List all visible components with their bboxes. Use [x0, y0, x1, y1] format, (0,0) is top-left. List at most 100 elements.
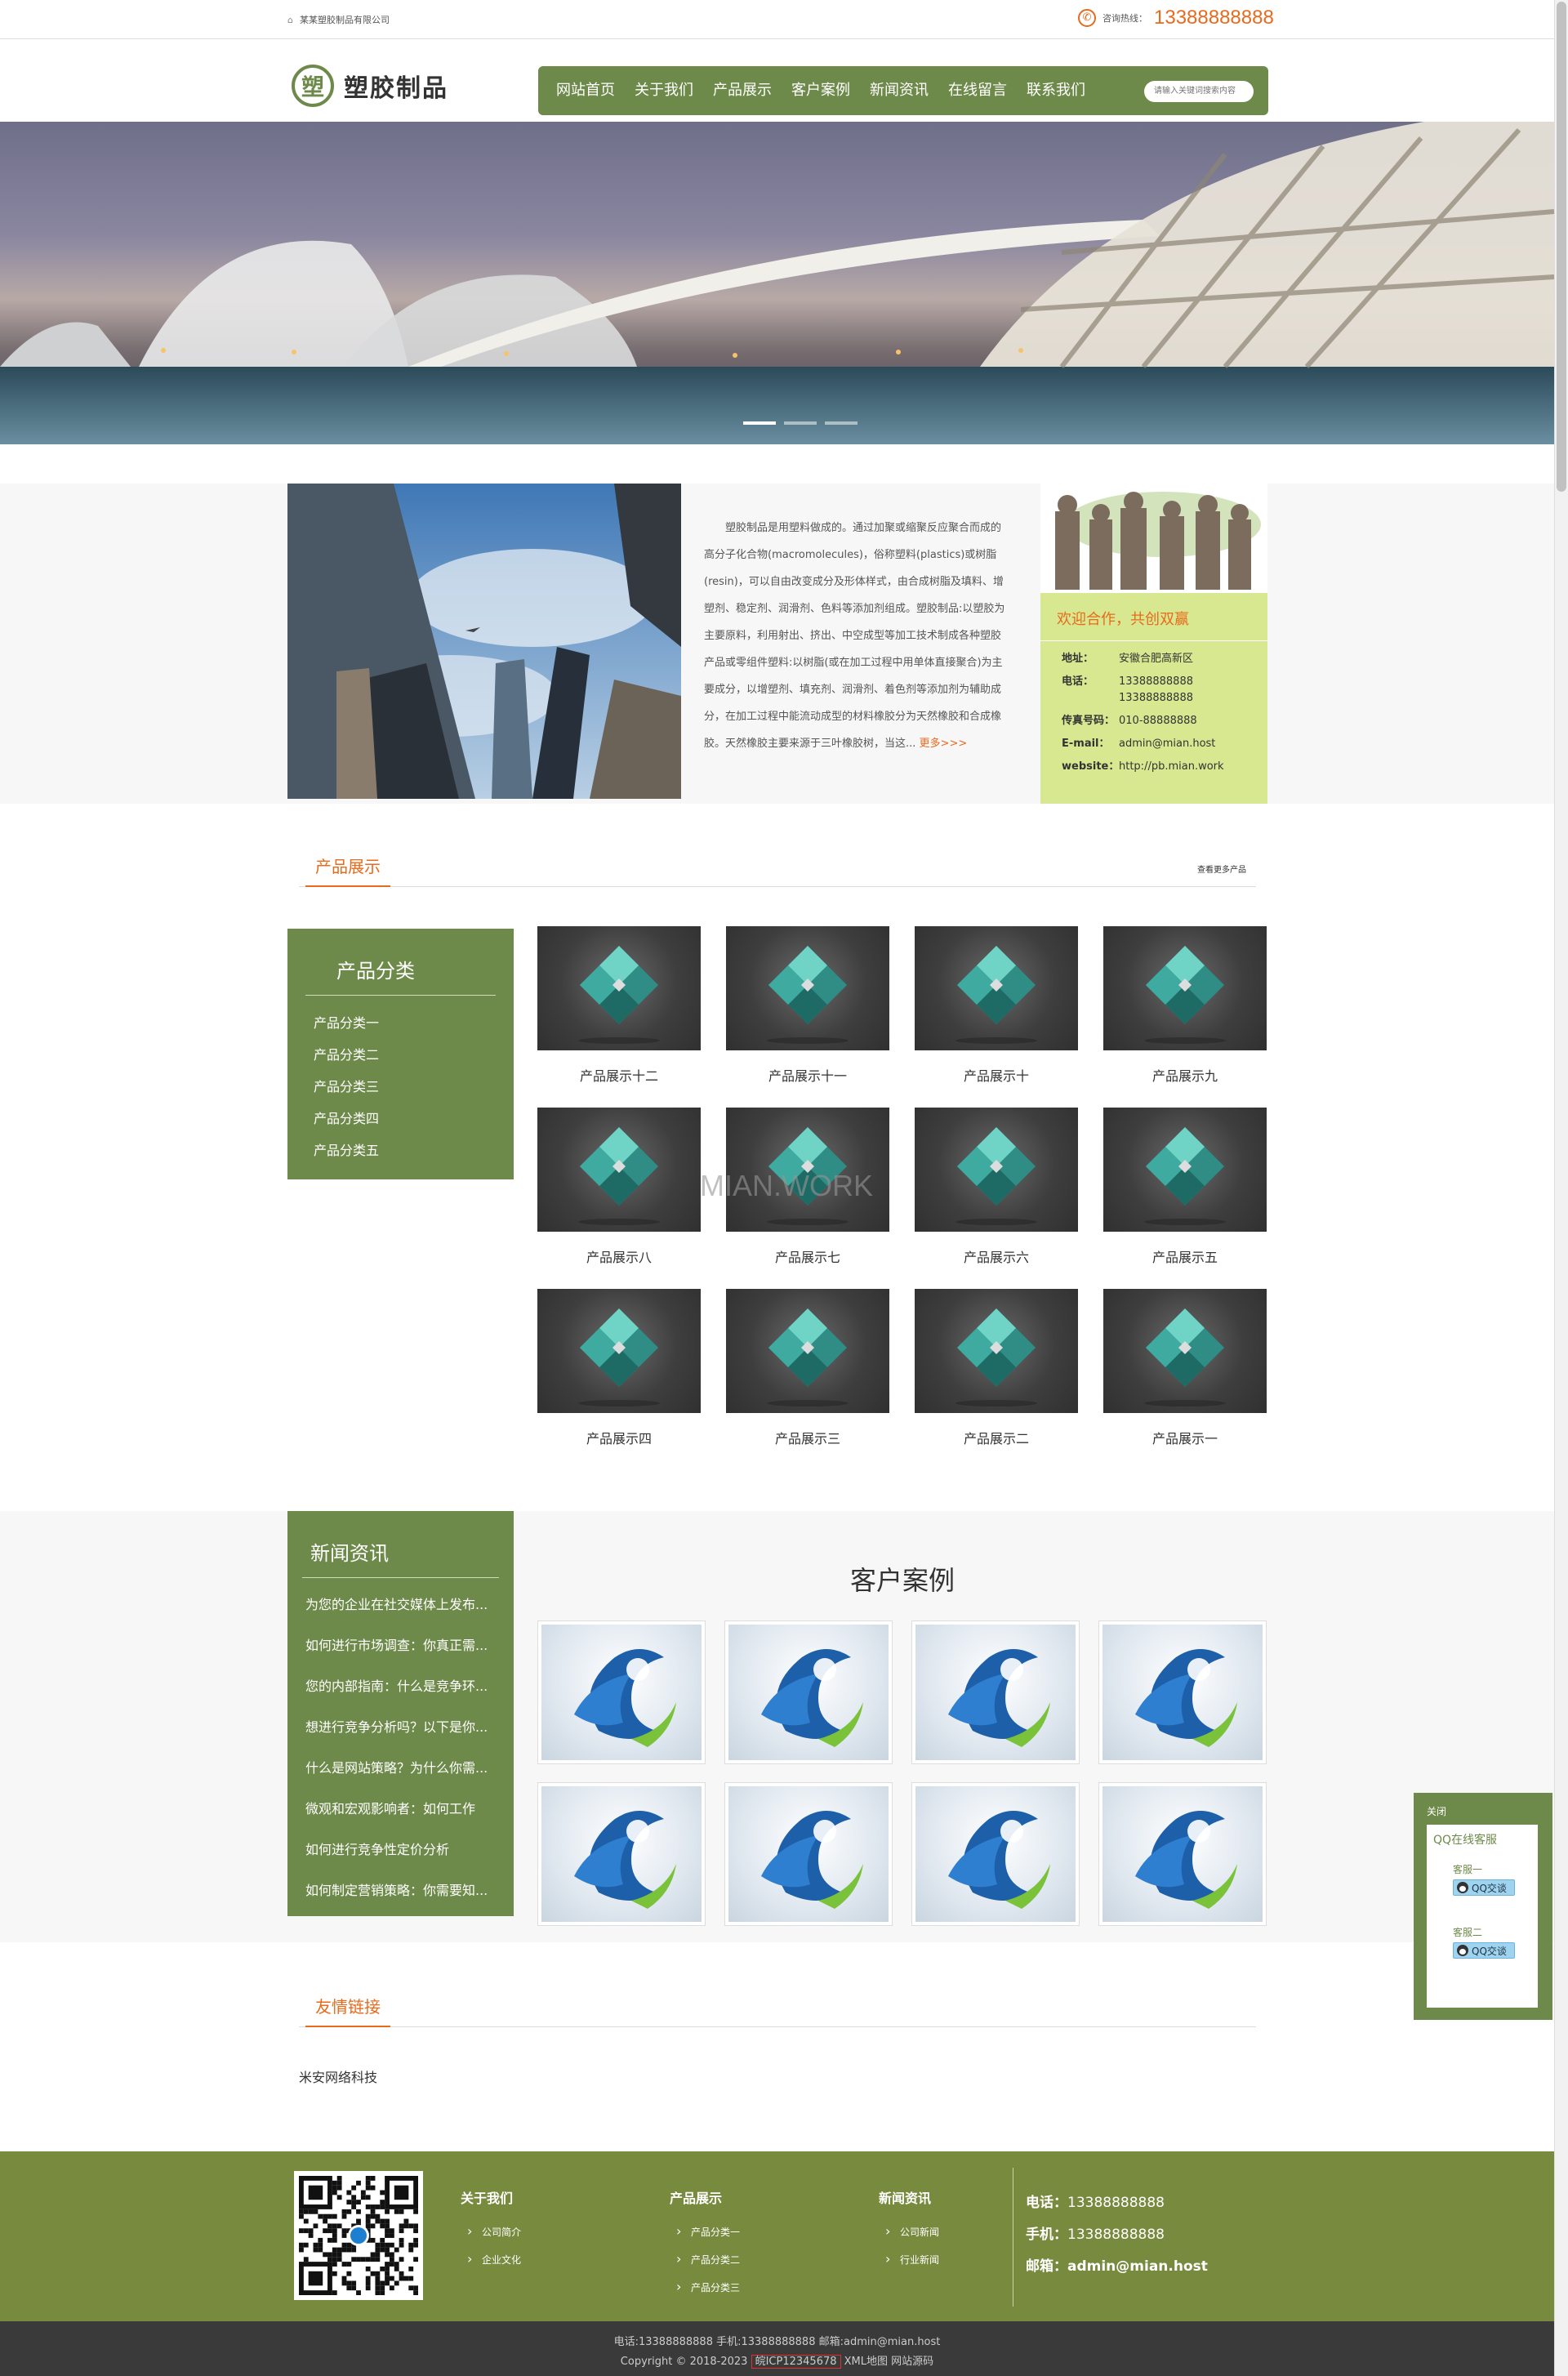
category-item[interactable]: 产品分类三	[287, 1071, 514, 1103]
product-card[interactable]: 产品展示十一	[726, 926, 889, 1108]
case-thumbnail[interactable]	[915, 1786, 1076, 1922]
search-input[interactable]	[1144, 81, 1254, 102]
product-thumbnail[interactable]	[726, 926, 889, 1050]
footer-col-title[interactable]: 关于我们	[461, 2187, 521, 2207]
footer-link[interactable]: 企业文化	[461, 2245, 521, 2274]
product-card[interactable]: 产品展示四	[537, 1289, 701, 1470]
case-thumbnail[interactable]	[541, 1786, 702, 1922]
product-card[interactable]: 产品展示九	[1103, 926, 1267, 1108]
banner-dot[interactable]	[743, 421, 776, 425]
product-thumbnail[interactable]	[915, 1289, 1078, 1413]
nav-cases[interactable]: 客户案例	[782, 66, 860, 115]
qq-chat-button[interactable]: QQ交谈	[1453, 1879, 1515, 1896]
product-name[interactable]: 产品展示四	[537, 1413, 701, 1447]
case-thumbnail[interactable]	[915, 1625, 1076, 1760]
news-item[interactable]: 想进行竞争分析吗？以下是你...	[287, 1707, 514, 1748]
source-link[interactable]: 网站源码	[891, 2356, 933, 2368]
case-card[interactable]	[724, 1782, 893, 1926]
home-icon[interactable]: ⌂	[287, 15, 293, 25]
banner-dot[interactable]	[825, 421, 858, 425]
product-card[interactable]: 产品展示三	[726, 1289, 889, 1470]
news-item[interactable]: 什么是网站策略？为什么你需...	[287, 1748, 514, 1789]
case-card[interactable]	[911, 1620, 1080, 1764]
product-card[interactable]: 产品展示八	[537, 1108, 701, 1289]
footer-col-title[interactable]: 新闻资讯	[879, 2187, 939, 2207]
case-card[interactable]	[1098, 1782, 1267, 1926]
product-thumbnail[interactable]	[1103, 926, 1267, 1050]
product-thumbnail[interactable]	[537, 1108, 701, 1232]
product-name[interactable]: 产品展示五	[1103, 1232, 1267, 1266]
banner-dot[interactable]	[784, 421, 817, 425]
product-thumbnail[interactable]	[537, 926, 701, 1050]
product-card[interactable]: 产品展示一	[1103, 1289, 1267, 1470]
category-item[interactable]: 产品分类二	[287, 1039, 514, 1071]
nav-news[interactable]: 新闻资讯	[860, 66, 938, 115]
case-card[interactable]	[1098, 1620, 1267, 1764]
product-card[interactable]: 产品展示十二	[537, 926, 701, 1108]
product-name[interactable]: 产品展示二	[915, 1413, 1078, 1447]
qq-close-button[interactable]: 关闭	[1427, 1804, 1539, 1818]
about-more-link[interactable]: 更多>>>	[920, 738, 968, 750]
category-item[interactable]: 产品分类四	[287, 1103, 514, 1135]
news-item[interactable]: 您的内部指南：什么是竞争环...	[287, 1666, 514, 1707]
nav-contact[interactable]: 联系我们	[1017, 66, 1095, 115]
product-name[interactable]: 产品展示八	[537, 1232, 701, 1266]
product-name[interactable]: 产品展示十	[915, 1050, 1078, 1085]
top-bar: ⌂ 某某塑胶制品有限公司 ✆ 咨询热线： 13388888888	[0, 0, 1554, 39]
case-thumbnail[interactable]	[1102, 1625, 1263, 1760]
product-thumbnail[interactable]	[915, 1108, 1078, 1232]
footer-link[interactable]: 产品分类三	[670, 2273, 740, 2302]
product-card[interactable]: 产品展示二	[915, 1289, 1078, 1470]
product-card[interactable]: 产品展示六	[915, 1108, 1078, 1289]
news-item[interactable]: 为您的企业在社交媒体上发布...	[287, 1585, 514, 1625]
footer-link[interactable]: 产品分类二	[670, 2245, 740, 2274]
footer-link[interactable]: 行业新闻	[879, 2245, 939, 2274]
footer-col-title[interactable]: 产品展示	[670, 2187, 740, 2207]
product-card[interactable]: 产品展示十	[915, 926, 1078, 1108]
product-name[interactable]: 产品展示一	[1103, 1413, 1267, 1447]
case-thumbnail[interactable]	[728, 1786, 889, 1922]
product-thumbnail[interactable]	[915, 926, 1078, 1050]
nav-about[interactable]: 关于我们	[625, 66, 703, 115]
product-thumbnail[interactable]	[1103, 1289, 1267, 1413]
case-thumbnail[interactable]	[1102, 1786, 1263, 1922]
footer-link[interactable]: 公司简介	[461, 2218, 521, 2246]
case-thumbnail[interactable]	[728, 1625, 889, 1760]
product-name[interactable]: 产品展示三	[726, 1413, 889, 1447]
product-thumbnail[interactable]	[726, 1289, 889, 1413]
nav-products[interactable]: 产品展示	[703, 66, 782, 115]
xml-sitemap-link[interactable]: XML地图	[844, 2356, 888, 2368]
scrollbar-thumb[interactable]	[1557, 2, 1566, 492]
nav-home[interactable]: 网站首页	[546, 66, 625, 115]
news-item[interactable]: 如何进行竞争性定价分析	[287, 1830, 514, 1870]
qq-chat-button[interactable]: QQ交谈	[1453, 1942, 1515, 1959]
product-name[interactable]: 产品展示十一	[726, 1050, 889, 1085]
product-thumbnail[interactable]	[537, 1289, 701, 1413]
case-card[interactable]	[537, 1782, 706, 1926]
case-card[interactable]	[724, 1620, 893, 1764]
products-more-link[interactable]: 查看更多产品	[1197, 863, 1246, 875]
product-name[interactable]: 产品展示七	[726, 1232, 889, 1266]
case-thumbnail[interactable]	[541, 1625, 702, 1760]
case-card[interactable]	[537, 1620, 706, 1764]
icp-link[interactable]: 皖ICP12345678	[751, 2355, 841, 2369]
products-title[interactable]: 产品展示	[305, 854, 390, 887]
product-name[interactable]: 产品展示六	[915, 1232, 1078, 1266]
footer-link[interactable]: 产品分类一	[670, 2218, 740, 2246]
page-scrollbar[interactable]	[1554, 0, 1568, 2376]
news-item[interactable]: 如何制定营销策略：你需要知...	[287, 1870, 514, 1911]
news-item[interactable]: 微观和宏观影响者：如何工作	[287, 1789, 514, 1830]
nav-message[interactable]: 在线留言	[938, 66, 1017, 115]
contact-row: 地址： 安徽合肥高新区	[1040, 648, 1267, 671]
product-name[interactable]: 产品展示九	[1103, 1050, 1267, 1085]
case-card[interactable]	[911, 1782, 1080, 1926]
product-card[interactable]: 产品展示五	[1103, 1108, 1267, 1289]
category-item[interactable]: 产品分类一	[287, 1007, 514, 1039]
product-name[interactable]: 产品展示十二	[537, 1050, 701, 1085]
category-item[interactable]: 产品分类五	[287, 1135, 514, 1166]
friend-link[interactable]: 米安网络科技	[299, 2066, 377, 2086]
footer-link[interactable]: 公司新闻	[879, 2218, 939, 2246]
product-thumbnail[interactable]	[1103, 1108, 1267, 1232]
news-item[interactable]: 如何进行市场调查：你真正需...	[287, 1625, 514, 1666]
site-logo[interactable]: 塑 塑胶制品	[292, 65, 448, 107]
